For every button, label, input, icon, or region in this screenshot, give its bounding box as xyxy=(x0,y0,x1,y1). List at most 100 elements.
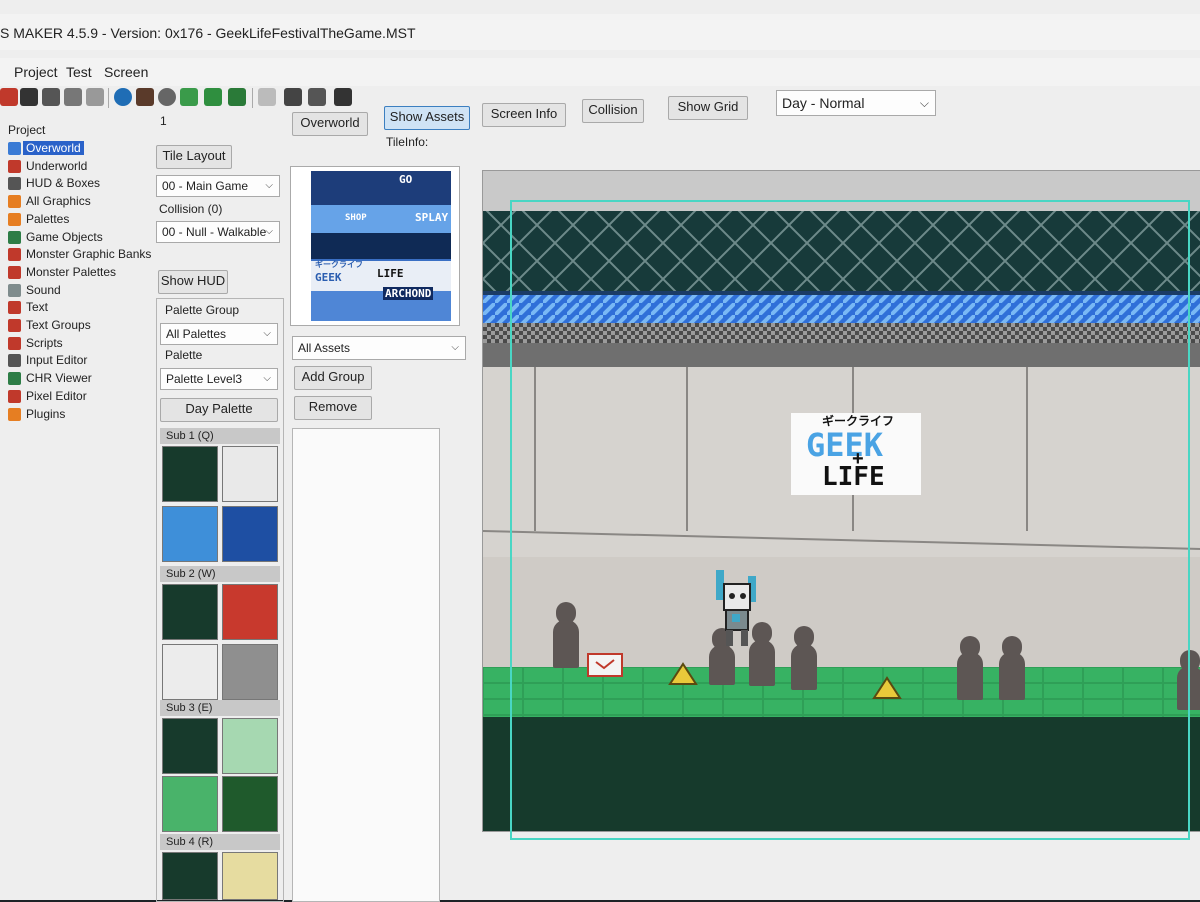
tileset-geek-text: GEEK xyxy=(315,271,342,284)
palette-swatch[interactable] xyxy=(162,584,218,640)
collision-button[interactable]: Collision xyxy=(582,99,644,123)
floppy-icon[interactable] xyxy=(284,88,302,106)
day-palette-button[interactable]: Day Palette xyxy=(160,398,278,422)
project-tree: Project Overworld Underworld HUD & Boxes Al… xyxy=(0,122,152,422)
phone-icon[interactable] xyxy=(334,88,352,106)
show-grid-button[interactable]: Show Grid xyxy=(668,96,748,120)
tile-layout-button[interactable]: Tile Layout xyxy=(156,145,232,169)
tree-item-icon xyxy=(8,265,21,279)
build-icon[interactable] xyxy=(136,88,154,106)
sub-palette-header: Sub 3 (E) xyxy=(160,700,280,716)
menu-test[interactable]: Test xyxy=(66,64,92,80)
sub-palette-header: Sub 1 (Q) xyxy=(160,428,280,444)
tree-item-label: Monster Graphic Banks xyxy=(26,247,152,262)
layer-select-value: 00 - Main Game xyxy=(162,179,249,193)
tileset-preview[interactable]: GO SHOP SPLAY ギークライフ LIFE GEEK ARCHOND xyxy=(290,166,460,326)
chevron-down-icon: ⌵ xyxy=(919,96,929,110)
menu-project[interactable]: Project xyxy=(14,64,58,80)
tileset-jp-text: ギークライフ xyxy=(315,260,363,269)
palette-swatch[interactable] xyxy=(222,506,278,562)
tileset-go-text: GO xyxy=(399,173,413,186)
assets-filter-select[interactable]: All Assets ⌵ xyxy=(292,336,466,360)
palette-label: Palette xyxy=(165,348,203,362)
calculator-icon[interactable] xyxy=(258,88,276,106)
screen-index: 1 xyxy=(160,114,167,128)
chevron-down-icon: ⌵ xyxy=(265,226,273,237)
tileset-life-text: LIFE xyxy=(377,267,404,280)
overworld-button[interactable]: Overworld xyxy=(292,112,368,136)
remove-button[interactable]: Remove xyxy=(294,396,372,420)
gear-icon[interactable] xyxy=(158,88,176,106)
import-icon[interactable] xyxy=(86,88,104,106)
collision-label: Collision (0) xyxy=(159,202,223,216)
chevron-down-icon: ⌵ xyxy=(263,373,271,384)
tree-item-icon xyxy=(8,159,21,173)
palette-swatch[interactable] xyxy=(222,446,278,502)
show-hud-button[interactable]: Show HUD xyxy=(158,270,228,294)
palette-swatch[interactable] xyxy=(222,718,278,774)
tree-item-icon xyxy=(8,372,21,386)
menu-bar: Project Test Screen xyxy=(0,58,1200,86)
tree-item-label: Plugins xyxy=(26,406,66,421)
tree-item-label: Pixel Editor xyxy=(26,388,87,403)
palette-swatch[interactable] xyxy=(222,776,278,832)
tree-item-label: Input Editor xyxy=(26,353,88,368)
palette-swatch[interactable] xyxy=(162,852,218,900)
export-icon[interactable] xyxy=(64,88,82,106)
tree-item-label: Game Objects xyxy=(26,229,103,244)
tree-item-icon xyxy=(8,195,21,209)
sub-palette-header: Sub 2 (W) xyxy=(160,566,280,582)
palette-swatch[interactable] xyxy=(222,852,278,900)
palette-swatch[interactable] xyxy=(162,776,218,832)
add-monster-icon[interactable] xyxy=(204,88,222,106)
tree-item-icon xyxy=(8,177,21,191)
toolbar-separator xyxy=(252,88,253,108)
print-icon[interactable] xyxy=(42,88,60,106)
palette-swatch[interactable] xyxy=(222,584,278,640)
camera-bounds-outline xyxy=(510,200,1190,840)
add-group-button[interactable]: Add Group xyxy=(294,366,372,390)
menu-screen[interactable]: Screen xyxy=(104,64,148,80)
palette-swatch[interactable] xyxy=(162,644,218,700)
tree-item-label: Palettes xyxy=(26,211,70,226)
tree-item-label: All Graphics xyxy=(26,194,91,209)
layer-select[interactable]: 00 - Main Game ⌵ xyxy=(156,175,280,197)
window-title: S MAKER 4.5.9 - Version: 0x176 - GeekLif… xyxy=(0,25,416,41)
tileset-splay-text: SPLAY xyxy=(415,211,449,224)
save-icon[interactable] xyxy=(20,88,38,106)
show-assets-button[interactable]: Show Assets xyxy=(384,106,470,130)
add-item-icon[interactable] xyxy=(228,88,246,106)
palette-group-label: Palette Group xyxy=(165,303,240,317)
palette-swatch[interactable] xyxy=(222,644,278,700)
screen-info-button[interactable]: Screen Info xyxy=(482,103,566,127)
tree-item-icon xyxy=(8,319,21,332)
title-bar: S MAKER 4.5.9 - Version: 0x176 - GeekLif… xyxy=(0,14,1200,50)
time-of-day-select[interactable]: Day - Normal ⌵ xyxy=(776,90,936,116)
globe-icon[interactable] xyxy=(114,88,132,106)
palette-group-select[interactable]: All Palettes ⌵ xyxy=(160,323,278,345)
assets-list[interactable] xyxy=(292,428,440,902)
palette-swatch[interactable] xyxy=(162,506,218,562)
tree-item-label: Underworld xyxy=(26,158,88,173)
collision-select[interactable]: 00 - Null - Walkable ⌵ xyxy=(156,221,280,243)
add-object-icon[interactable] xyxy=(180,88,198,106)
assets-filter-value: All Assets xyxy=(298,341,351,355)
tree-item-label: CHR Viewer xyxy=(26,371,92,386)
printer-icon[interactable] xyxy=(308,88,326,106)
palette-select-value: Palette Level3 xyxy=(166,372,243,386)
tree-item-label: Overworld xyxy=(23,141,84,155)
tree-item-label: Sound xyxy=(26,282,61,297)
palette-swatch[interactable] xyxy=(162,718,218,774)
chevron-down-icon: ⌵ xyxy=(451,342,459,353)
palette-swatch[interactable] xyxy=(162,446,218,502)
time-of-day-value: Day - Normal xyxy=(782,95,865,111)
tree-item-label: Text xyxy=(26,300,49,315)
tree-item-icon xyxy=(8,354,21,368)
open-icon[interactable] xyxy=(0,88,18,106)
tree-root-label: Project xyxy=(8,123,46,137)
chevron-down-icon: ⌵ xyxy=(265,180,273,191)
tree-item-label: Scripts xyxy=(26,335,63,350)
palette-select[interactable]: Palette Level3 ⌵ xyxy=(160,368,278,390)
chevron-down-icon: ⌵ xyxy=(263,328,271,339)
sub-palette-header: Sub 4 (R) xyxy=(160,834,280,850)
